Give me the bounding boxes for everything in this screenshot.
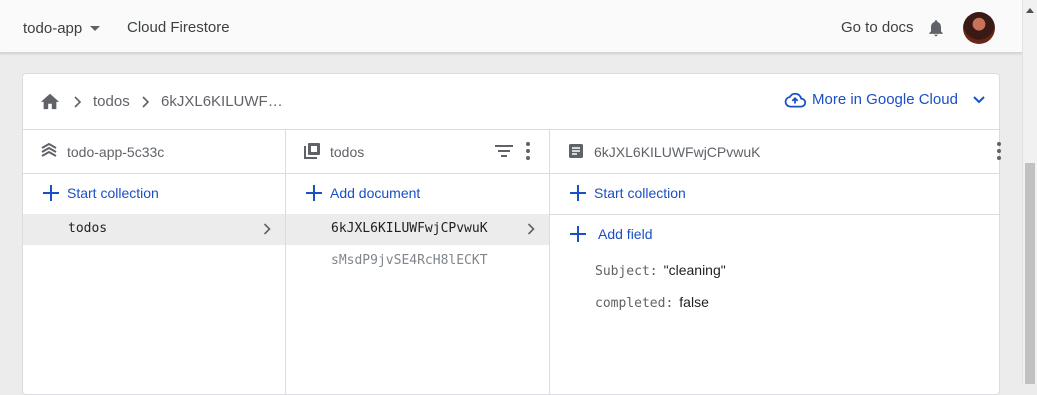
collection-row[interactable]: todos [23, 214, 285, 245]
add-document-button[interactable]: Add document [306, 185, 420, 201]
product-title: Cloud Firestore [127, 19, 230, 36]
root-column: todo-app-5c33c Start collection todos [23, 129, 286, 394]
breadcrumb: todos 6kJXL6KILUWF… More in Google Cloud [23, 74, 999, 130]
plus-icon [306, 185, 322, 201]
data-panel: todos 6kJXL6KILUWF… More in Google Cloud… [22, 73, 1001, 395]
go-to-docs-link[interactable]: Go to docs [841, 19, 914, 36]
start-collection-label: Start collection [594, 185, 686, 201]
document-menu-icon[interactable] [997, 142, 1001, 160]
collection-icon [304, 143, 320, 159]
user-avatar[interactable] [963, 12, 995, 44]
breadcrumb-document[interactable]: 6kJXL6KILUWF… [161, 93, 283, 110]
scroll-up-arrow-icon[interactable] [1026, 8, 1034, 13]
document-title: 6kJXL6KILUWFwjCPvwuK [594, 144, 761, 160]
chevron-right-icon [74, 96, 82, 108]
collection-title: todos [330, 144, 365, 160]
caret-down-icon [90, 25, 101, 31]
breadcrumb-collection[interactable]: todos [93, 93, 130, 110]
field-value: false [679, 294, 709, 310]
start-subcollection-button[interactable]: Start collection [570, 185, 686, 201]
chevron-right-icon [527, 223, 535, 235]
add-field-label: Add field [598, 226, 653, 242]
field-key: Subject: [595, 264, 658, 279]
collection-column: todos Add document 6kJXL6KILUWFwjCPvwuK … [286, 129, 550, 394]
scrollbar-thumb[interactable] [1025, 163, 1035, 384]
document-column: 6kJXL6KILUWFwjCPvwuK Start collection Ad… [550, 129, 1001, 394]
chevron-right-icon [263, 223, 271, 235]
top-bar: todo-app Cloud Firestore Go to docs [0, 0, 1022, 53]
document-row[interactable]: sMsdP9jvSE4RcH8lECKT [286, 246, 549, 277]
collection-name: todos [68, 221, 108, 236]
chevron-down-icon [973, 95, 985, 103]
document-id: 6kJXL6KILUWFwjCPvwuK [331, 221, 488, 236]
start-collection-label: Start collection [67, 185, 159, 201]
filter-icon[interactable] [495, 144, 513, 158]
notifications-bell-icon[interactable] [926, 17, 946, 39]
plus-icon [570, 185, 586, 201]
plus-icon [43, 185, 59, 201]
home-icon[interactable] [39, 91, 61, 111]
plus-icon [570, 226, 586, 242]
document-id: sMsdP9jvSE4RcH8lECKT [331, 253, 488, 268]
cloud-icon [784, 92, 806, 107]
field-key: completed: [595, 296, 674, 311]
project-selector[interactable]: todo-app [23, 19, 101, 37]
document-column-header: 6kJXL6KILUWFwjCPvwuK [550, 129, 1001, 174]
firestore-stack-icon [41, 142, 57, 157]
add-document-label: Add document [330, 185, 421, 201]
document-icon [569, 144, 583, 158]
collection-column-header: todos [286, 129, 549, 174]
more-in-google-cloud-button[interactable]: More in Google Cloud [784, 91, 986, 108]
chevron-right-icon [142, 96, 150, 108]
field-value: "cleaning" [663, 262, 726, 278]
add-field-button[interactable]: Add field [570, 226, 652, 242]
project-name: todo-app [23, 19, 83, 37]
document-row-selected[interactable]: 6kJXL6KILUWFwjCPvwuK [286, 214, 549, 245]
field-row[interactable]: Subject: "cleaning" [595, 262, 726, 279]
collection-menu-icon[interactable] [526, 142, 530, 160]
database-title: todo-app-5c33c [67, 144, 165, 160]
field-row[interactable]: completed: false [595, 294, 709, 311]
more-in-google-cloud-label: More in Google Cloud [812, 91, 958, 108]
divider [550, 214, 999, 215]
start-collection-button[interactable]: Start collection [43, 185, 159, 201]
root-column-header: todo-app-5c33c [23, 129, 285, 174]
